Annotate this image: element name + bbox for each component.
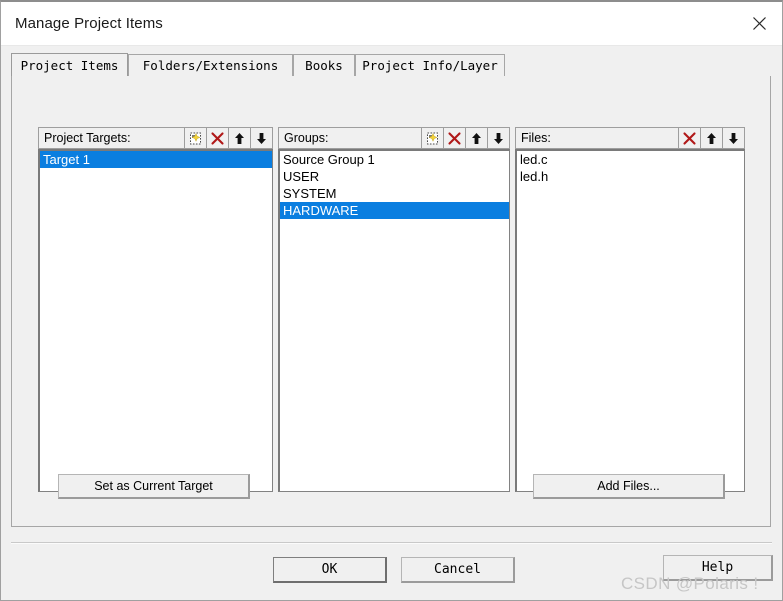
tab-strip: Project Items Folders/Extensions Books P… [11, 54, 773, 76]
ok-button[interactable]: OK [273, 557, 387, 583]
list-item[interactable]: HARDWARE [280, 202, 509, 219]
tab-project-info-layer[interactable]: Project Info/Layer [355, 54, 505, 76]
title-bar: Manage Project Items [1, 2, 782, 46]
dialog-title: Manage Project Items [15, 15, 163, 32]
ok-label: OK [322, 562, 338, 577]
files-list[interactable]: led.c led.h [515, 149, 745, 492]
list-item[interactable]: USER [280, 168, 509, 185]
groups-label: Groups: [284, 131, 328, 145]
footer-separator-highlight [11, 543, 772, 544]
list-item[interactable]: led.c [517, 151, 744, 168]
list-item[interactable]: SYSTEM [280, 185, 509, 202]
add-files-label: Add Files... [597, 479, 660, 493]
move-up-icon[interactable] [700, 128, 722, 148]
files-toolbar [678, 128, 744, 148]
help-button[interactable]: Help [663, 555, 773, 581]
delete-icon[interactable] [443, 128, 465, 148]
close-icon[interactable] [736, 2, 782, 44]
project-targets-header: Project Targets: [38, 127, 273, 149]
tab-books[interactable]: Books [293, 54, 355, 76]
manage-project-items-dialog: Manage Project Items Project Items Folde… [0, 0, 783, 601]
add-files-button[interactable]: Add Files... [533, 474, 725, 499]
project-targets-list[interactable]: Target 1 [38, 149, 273, 492]
groups-list[interactable]: Source Group 1 USER SYSTEM HARDWARE [278, 149, 510, 492]
tab-folders-extensions[interactable]: Folders/Extensions [128, 54, 293, 76]
project-targets-label: Project Targets: [44, 131, 131, 145]
move-up-icon[interactable] [228, 128, 250, 148]
delete-icon[interactable] [678, 128, 700, 148]
tab-label: Project Info/Layer [362, 58, 497, 73]
groups-toolbar [421, 128, 509, 148]
files-header: Files: [515, 127, 745, 149]
files-label: Files: [521, 131, 551, 145]
cancel-label: Cancel [434, 562, 481, 577]
list-item[interactable]: Target 1 [40, 151, 272, 168]
tab-label: Books [305, 58, 343, 73]
move-down-icon[interactable] [250, 128, 272, 148]
active-tab-merge [12, 76, 128, 77]
groups-header: Groups: [278, 127, 510, 149]
cancel-button[interactable]: Cancel [401, 557, 515, 583]
new-item-icon[interactable] [184, 128, 206, 148]
list-item[interactable]: Source Group 1 [280, 151, 509, 168]
project-targets-toolbar [184, 128, 272, 148]
help-label: Help [702, 560, 733, 575]
list-item[interactable]: led.h [517, 168, 744, 185]
move-down-icon[interactable] [487, 128, 509, 148]
set-as-current-target-button[interactable]: Set as Current Target [58, 474, 250, 499]
move-down-icon[interactable] [722, 128, 744, 148]
tab-project-items[interactable]: Project Items [11, 53, 128, 76]
delete-icon[interactable] [206, 128, 228, 148]
new-item-icon[interactable] [421, 128, 443, 148]
set-as-current-target-label: Set as Current Target [94, 479, 213, 493]
tab-label: Folders/Extensions [143, 58, 278, 73]
move-up-icon[interactable] [465, 128, 487, 148]
tab-label: Project Items [21, 58, 119, 73]
